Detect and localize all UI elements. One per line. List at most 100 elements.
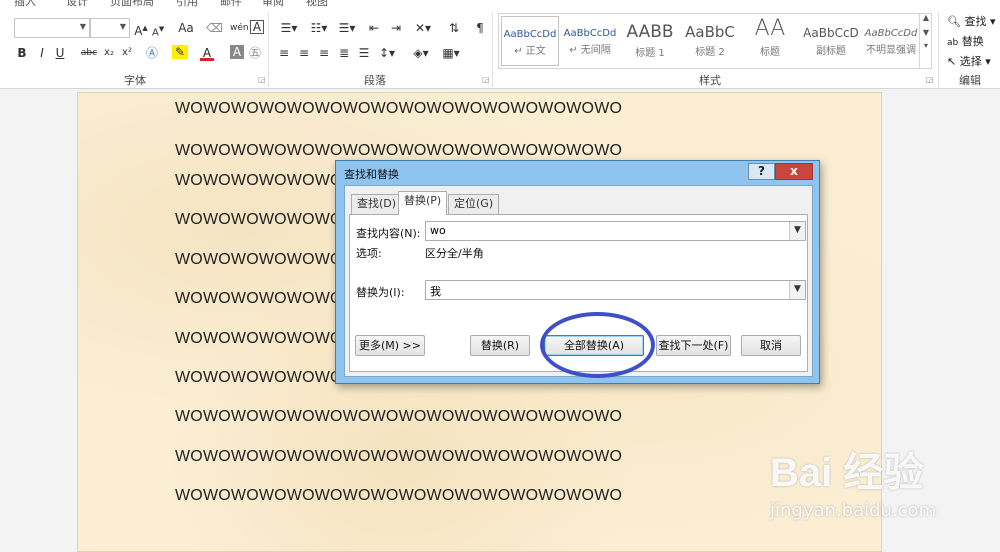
multilevel-list-icon[interactable]: ☰▾ (334, 20, 360, 36)
replace-button[interactable]: 替换(R) (470, 335, 530, 356)
font-name-combo[interactable]: ▼ (14, 18, 90, 38)
shrink-font-icon[interactable]: A▼ (152, 21, 164, 41)
style-title[interactable]: AA 标题 (741, 16, 799, 66)
styles-dialog-launcher-icon[interactable]: ◲ (926, 75, 934, 84)
superscript-button[interactable]: x² (120, 45, 134, 61)
find-what-input[interactable]: wo ▼ (425, 221, 806, 241)
text-line[interactable]: WOWOWOWOWOWO (175, 369, 343, 387)
style-normal[interactable]: AaBbCcDd ↵ 正文 (501, 16, 559, 66)
text-line[interactable]: WOWOWOWOWOWOWOWOWOWOWOWOWOWOWOWO (175, 408, 622, 426)
help-button[interactable]: ? (748, 163, 775, 180)
text-line[interactable]: WOWOWOWOWOWO (175, 211, 343, 229)
find-next-button[interactable]: 查找下一处(F) (656, 335, 731, 356)
show-marks-icon[interactable]: ¶ (472, 20, 488, 36)
cancel-button[interactable]: 取消 (741, 335, 801, 356)
style-heading-2[interactable]: AaBbC 标题 2 (681, 16, 739, 66)
shading-icon[interactable]: ◈▾ (408, 45, 434, 61)
replace-with-value: 我 (430, 285, 441, 298)
find-button[interactable]: 🔍︎ 查找 ▾ (947, 13, 996, 29)
replace-button[interactable]: ab 替换 (947, 33, 984, 49)
style-preview: AaBbCcDd (503, 29, 557, 40)
style-subtitle[interactable]: AaBbCcD 副标题 (801, 16, 861, 66)
text-line[interactable]: WOWOWOWOWOWOWOWOWOWOWOWOWOWOWOWO (175, 448, 622, 466)
phonetic-guide-icon[interactable]: wén (230, 20, 249, 36)
line-spacing-icon[interactable]: ↕▾ (374, 45, 400, 61)
baidu-watermark-logo: Bai 经验 (770, 451, 924, 495)
text-line[interactable]: WOWOWOWOWOWOWOWOWOWOWOWOWOWOWOWO (175, 487, 622, 505)
style-name: ↵ 正文 (514, 46, 546, 57)
search-icon: 🔍︎ (947, 15, 961, 28)
replace-with-label: 替换为(I): (356, 286, 405, 299)
sort-icon[interactable]: ⇅ (446, 20, 462, 36)
text-line[interactable]: WOWOWOWOWOWO (175, 290, 343, 308)
decrease-indent-icon[interactable]: ⇤ (366, 20, 382, 36)
highlight-ellipse (540, 312, 655, 378)
distributed-icon[interactable]: ☰ (356, 45, 372, 61)
divider (938, 13, 939, 87)
highlight-color-icon[interactable]: ✎ (172, 45, 188, 59)
tab-review[interactable]: 审阅 (262, 0, 284, 9)
tab-references[interactable]: 引用 (176, 0, 198, 9)
style-no-spacing[interactable]: AaBbCcDd ↵ 无间隔 (561, 16, 619, 66)
scroll-down-icon[interactable]: ▼ (920, 28, 932, 37)
editing-group-label: 编辑 (959, 74, 981, 87)
replace-with-input[interactable]: 我 ▼ (425, 280, 806, 300)
strikethrough-button[interactable]: abc (80, 45, 98, 61)
text-line[interactable]: WOWOWOWOWOWOWOWOWOWOWOWOWOWOWOWO (175, 142, 622, 160)
change-case-icon[interactable]: Aa (176, 20, 196, 36)
select-label: 选择 (959, 55, 982, 68)
text-line[interactable]: WOWOWOWOWOWO (175, 330, 343, 348)
grow-font-icon[interactable]: A▲ (134, 20, 148, 39)
italic-button[interactable]: I (36, 45, 48, 61)
bold-button[interactable]: B (16, 45, 28, 61)
borders-icon[interactable]: ▦▾ (438, 45, 464, 61)
chinese-layout-icon[interactable]: ✕▾ (410, 20, 436, 36)
increase-indent-icon[interactable]: ⇥ (388, 20, 404, 36)
options-label: 选项: (356, 247, 382, 260)
style-preview: AABB (626, 22, 674, 42)
bullets-icon[interactable]: ☰▾ (276, 20, 302, 36)
tab-mailings[interactable]: 邮件 (220, 0, 242, 9)
clear-format-icon[interactable]: ⌫ (206, 20, 223, 36)
paragraph-dialog-launcher-icon[interactable]: ◲ (482, 75, 490, 84)
align-center-icon[interactable]: ≡ (296, 45, 312, 61)
tab-view[interactable]: 视图 (306, 0, 328, 9)
text-line[interactable]: WOWOWOWOWOWO (175, 251, 343, 269)
text-effects-icon[interactable]: Ⓐ (144, 45, 160, 61)
font-size-combo[interactable]: ▼ (90, 18, 130, 38)
style-name: 标题 (760, 47, 780, 58)
tab-layout[interactable]: 页面布局 (110, 0, 154, 9)
select-button[interactable]: ↖ 选择 ▾ (947, 53, 991, 69)
tab-insert[interactable]: 插入 (14, 0, 36, 9)
chevron-down-icon[interactable]: ▼ (789, 222, 805, 240)
chevron-down-icon[interactable]: ▼ (789, 281, 805, 299)
tab-replace[interactable]: 替换(P) (398, 191, 448, 215)
more-button[interactable]: 更多(M) >> (355, 335, 425, 356)
replace-label: 替换 (961, 35, 984, 48)
numbering-icon[interactable]: ☷▾ (306, 20, 332, 36)
align-left-icon[interactable]: ≡ (276, 45, 292, 61)
style-subtle-emphasis[interactable]: AaBbCcDd 不明显强调 (863, 16, 919, 66)
chevron-down-icon: ▼ (79, 22, 86, 31)
ribbon-tab-strip: 插入 设计 页面布局 引用 邮件 审阅 视图 (0, 0, 1000, 9)
subscript-button[interactable]: x₂ (102, 45, 116, 61)
style-heading-1[interactable]: AABB 标题 1 (621, 16, 679, 66)
ribbon: ▼ ▼ A▲ A▼ Aa ⌫ wén A B I U abc x₂ x² Ⓐ ✎… (0, 9, 1000, 89)
underline-button[interactable]: U (54, 45, 66, 61)
character-shading-button[interactable]: A (230, 45, 244, 59)
justify-icon[interactable]: ≣ (336, 45, 352, 61)
styles-gallery-scroll[interactable]: ▲ ▼ ▾ (919, 13, 932, 69)
close-button[interactable]: x (775, 163, 813, 180)
scroll-up-icon[interactable]: ▲ (920, 13, 932, 22)
font-color-button[interactable]: A (200, 45, 214, 61)
tab-goto[interactable]: 定位(G) (448, 194, 500, 214)
more-styles-icon[interactable]: ▾ (920, 41, 932, 50)
enclose-character-icon[interactable]: ㊄ (248, 45, 262, 61)
character-border-icon[interactable]: A (250, 20, 264, 34)
font-dialog-launcher-icon[interactable]: ◲ (258, 75, 266, 84)
text-line[interactable]: WOWOWOWOWOWO (175, 172, 343, 190)
text-line[interactable]: WOWOWOWOWOWOWOWOWOWOWOWOWOWOWOWO (175, 100, 622, 118)
align-right-icon[interactable]: ≡ (316, 45, 332, 61)
tab-find[interactable]: 查找(D) (351, 194, 403, 214)
tab-design[interactable]: 设计 (66, 0, 88, 9)
